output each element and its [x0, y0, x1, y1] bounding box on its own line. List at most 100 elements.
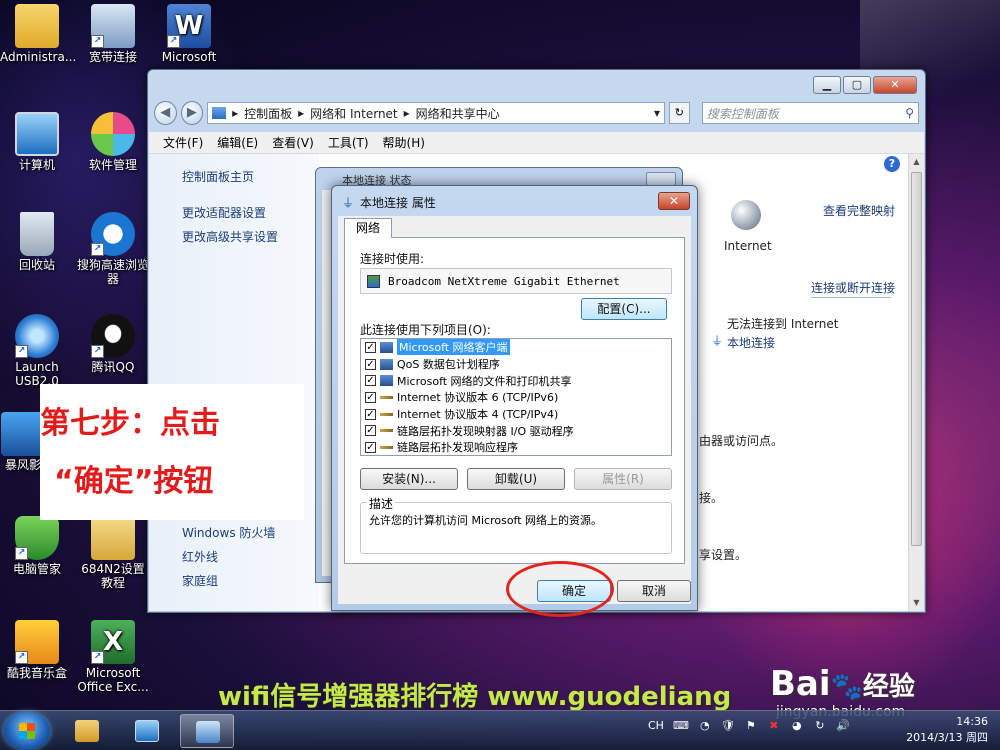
globe-icon — [731, 200, 761, 230]
forward-button[interactable]: ▶ — [180, 101, 204, 125]
menu-tools[interactable]: 工具(T) — [328, 134, 369, 151]
desktop-icon-qq[interactable]: ↗ 腾讯QQ — [76, 314, 150, 374]
sogou-browser-icon: ↗ — [91, 212, 135, 256]
link-control-panel-home[interactable]: 控制面板主页 — [182, 168, 254, 185]
chevron-down-icon[interactable]: ▾ — [654, 106, 660, 120]
desktop-icon-word[interactable]: W ↗ Microsoft — [152, 4, 226, 64]
close-button[interactable]: ✕ — [873, 76, 917, 94]
desktop-icon-broadband[interactable]: ↗ 宽带连接 — [76, 4, 150, 64]
desktop-icon-administrator[interactable]: Administra... — [0, 4, 76, 64]
language-indicator[interactable]: CH — [648, 719, 664, 733]
checkbox[interactable]: ✓ — [365, 341, 376, 353]
cancel-button[interactable]: 取消 — [617, 580, 691, 602]
configure-button[interactable]: 配置(C)... — [581, 298, 667, 320]
checkbox[interactable]: ✓ — [365, 391, 376, 403]
desktop-icon-sogou-browser[interactable]: ↗ 搜狗高速浏览器 — [76, 212, 150, 286]
scroll-thumb[interactable] — [911, 172, 922, 546]
desktop-icon-kuwo-music[interactable]: ↗ 酷我音乐盒 — [0, 620, 74, 680]
search-box[interactable]: 搜索控制面板 ⚲ — [701, 102, 919, 124]
protocol-icon — [380, 412, 393, 416]
link-homegroup[interactable]: 家庭组 — [182, 572, 218, 589]
folder-icon — [91, 516, 135, 560]
help-icon[interactable]: ? — [884, 156, 900, 172]
help-tray-icon[interactable]: ◔ — [698, 719, 712, 733]
taskbar-control-panel[interactable] — [180, 714, 234, 748]
checkbox[interactable]: ✓ — [365, 408, 376, 420]
uninstall-button[interactable]: 卸载(U) — [467, 468, 565, 490]
menu-help[interactable]: 帮助(H) — [383, 134, 425, 151]
properties-button[interactable]: 属性(R) — [574, 468, 672, 490]
taskbar-show-desktop[interactable] — [120, 714, 174, 748]
list-item[interactable]: ✓ Microsoft 网络的文件和打印机共享 — [361, 372, 671, 389]
protocol-icon — [380, 429, 393, 433]
menu-file[interactable]: 文件(F) — [163, 134, 203, 151]
taskbar-explorer[interactable] — [60, 714, 114, 748]
volume-icon[interactable]: 🔊 — [836, 719, 850, 733]
desktop-icon-excel[interactable]: X ↗ Microsoft Office Exc... — [76, 620, 150, 694]
dialog-close-button[interactable]: ✕ — [658, 192, 690, 210]
control-panel-icon — [196, 721, 220, 743]
checkbox[interactable]: ✓ — [365, 441, 376, 453]
partial-text-sharing: 享设置。 — [699, 548, 748, 562]
arrow-tray-icon[interactable]: ↻ — [813, 719, 827, 733]
scroll-up-icon[interactable]: ▲ — [909, 154, 924, 170]
tutorial-step-line1: 第七步：点击 — [40, 406, 220, 441]
link-connect-disconnect[interactable]: 连接或断开连接 — [811, 279, 895, 296]
refresh-button[interactable]: ↻ — [669, 102, 690, 124]
divider — [811, 297, 891, 298]
back-button[interactable]: ◀ — [154, 101, 177, 125]
network-computers-icon: ↗ — [91, 4, 135, 48]
keyboard-icon[interactable]: ⌨ — [673, 719, 689, 733]
desktop-icon-pc-manager[interactable]: ↗ 电脑管家 — [0, 516, 74, 576]
search-input[interactable]: 搜索控制面板 — [707, 105, 779, 122]
menu-edit[interactable]: 编辑(E) — [217, 134, 258, 151]
list-item[interactable]: ✓ 链路层拓扑发现响应程序 — [361, 439, 671, 456]
checkbox[interactable]: ✓ — [365, 425, 376, 437]
shortcut-arrow-icon: ↗ — [91, 243, 104, 256]
partial-text-connect: 接。 — [699, 491, 724, 505]
security-icon[interactable]: 🛡 — [721, 719, 735, 733]
list-item[interactable]: ✓ QoS 数据包计划程序 — [361, 356, 671, 373]
checkbox[interactable]: ✓ — [365, 375, 376, 387]
list-item[interactable]: ✓ 链路层拓扑发现映射器 I/O 驱动程序 — [361, 422, 671, 439]
link-windows-firewall[interactable]: Windows 防火墙 — [182, 524, 275, 541]
checkbox[interactable]: ✓ — [365, 358, 376, 370]
status-dialog-close-button[interactable] — [646, 172, 676, 186]
scroll-down-icon[interactable]: ▼ — [909, 595, 924, 611]
minimize-button[interactable]: ▁ — [813, 76, 841, 94]
tab-network[interactable]: 网络 — [344, 218, 392, 238]
address-bar[interactable]: ▸ 控制面板 ▸ 网络和 Internet ▸ 网络和共享中心 ▾ — [207, 102, 666, 124]
breadcrumb-control-panel[interactable]: 控制面板 — [244, 105, 292, 122]
link-view-full-map[interactable]: 查看完整映射 — [823, 202, 895, 219]
dialog-title: 本地连接 属性 — [360, 196, 436, 210]
list-item[interactable]: ✓ Internet 协议版本 4 (TCP/IPv4) — [361, 406, 671, 423]
service-icon — [380, 358, 393, 370]
menu-view[interactable]: 查看(V) — [272, 134, 314, 151]
flag-icon[interactable]: ⚑ — [744, 719, 758, 733]
start-button[interactable] — [4, 712, 50, 750]
desktop-icon-computer[interactable]: 计算机 — [0, 112, 74, 172]
desktop-icon-recycle-bin[interactable]: 回收站 — [0, 212, 74, 272]
kuwo-music-icon: ↗ — [15, 620, 59, 664]
shortcut-arrow-icon: ↗ — [167, 35, 180, 48]
link-change-adapter-settings[interactable]: 更改适配器设置 — [182, 204, 266, 221]
link-infrared[interactable]: 红外线 — [182, 548, 218, 565]
desktop-icon-launch-usb[interactable]: ↗ Launch USB2.0 — [0, 314, 74, 388]
network-card-icon — [367, 274, 380, 288]
link-local-connection[interactable]: 本地连接 — [727, 334, 775, 351]
link-advanced-sharing-settings[interactable]: 更改高级共享设置 — [182, 228, 278, 245]
desktop-icon-software-manager[interactable]: 软件管理 — [76, 112, 150, 172]
install-button[interactable]: 安装(N)... — [360, 468, 458, 490]
breadcrumb-network-sharing-center[interactable]: 网络和共享中心 — [416, 105, 500, 122]
breadcrumb-network-internet[interactable]: 网络和 Internet — [310, 105, 397, 122]
maximize-button[interactable]: ▢ — [843, 76, 871, 94]
qq-tray-icon[interactable]: ◕ — [790, 719, 804, 733]
network-error-icon[interactable]: ✖ — [767, 719, 781, 733]
desktop-icon-684n2-guide[interactable]: 684N2设置教程 — [76, 516, 150, 590]
clock[interactable]: 14:36 2014/3/13 周四 — [906, 714, 988, 746]
list-item[interactable]: ✓ Internet 协议版本 6 (TCP/IPv6) — [361, 389, 671, 406]
vertical-scrollbar[interactable]: ▲ ▼ — [908, 154, 924, 611]
description-group: 描述 允许您的计算机访问 Microsoft 网络上的资源。 — [360, 495, 672, 554]
list-item[interactable]: ✓ Microsoft 网络客户端 — [361, 339, 671, 356]
search-icon[interactable]: ⚲ — [905, 106, 914, 120]
